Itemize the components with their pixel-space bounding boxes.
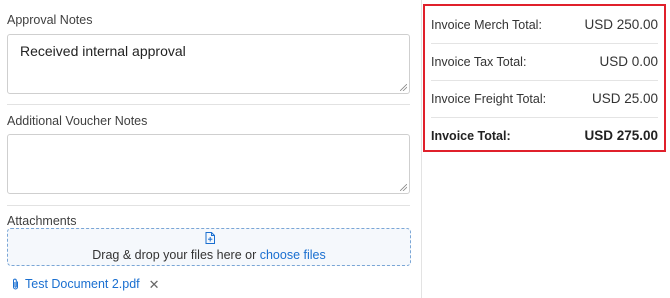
- file-dropzone[interactable]: Drag & drop your files here or choose fi…: [7, 228, 411, 266]
- freight-total-value: USD 25.00: [591, 91, 658, 106]
- merch-total-row: Invoice Merch Total: USD 250.00: [431, 6, 658, 43]
- choose-files-link[interactable]: choose files: [260, 248, 326, 262]
- approval-notes-textarea[interactable]: Received internal approval: [7, 34, 410, 94]
- invoice-totals-box: Invoice Merch Total: USD 250.00 Invoice …: [423, 4, 666, 152]
- freight-total-label: Invoice Freight Total:: [431, 91, 547, 106]
- file-upload-icon: [205, 232, 215, 244]
- merch-total-label: Invoice Merch Total:: [431, 17, 542, 32]
- section-divider: [7, 104, 410, 105]
- tax-total-value: USD 0.00: [599, 54, 658, 69]
- voucher-notes-textarea[interactable]: [7, 134, 410, 194]
- invoice-total-row: Invoice Total: USD 275.00: [431, 117, 658, 154]
- resize-handle-icon[interactable]: [400, 184, 407, 191]
- merch-total-value: USD 250.00: [584, 17, 658, 32]
- dropzone-instructions: Drag & drop your files here or choose fi…: [8, 248, 410, 262]
- freight-total-row: Invoice Freight Total: USD 25.00: [431, 80, 658, 117]
- resize-handle-icon[interactable]: [400, 84, 407, 91]
- attachment-item: Test Document 2.pdf ✕: [11, 276, 160, 292]
- paperclip-icon: [13, 278, 18, 290]
- dropzone-text: Drag & drop your files here or: [92, 248, 257, 262]
- notes-attachments-panel: Approval Notes Received internal approva…: [0, 0, 421, 298]
- attachment-link[interactable]: Test Document 2.pdf: [25, 277, 140, 291]
- tax-total-label: Invoice Tax Total:: [431, 54, 527, 69]
- panel-divider: [421, 0, 422, 298]
- approval-notes-label: Approval Notes: [7, 13, 93, 27]
- approval-notes-value: Received internal approval: [20, 43, 186, 59]
- section-divider: [7, 205, 410, 206]
- tax-total-row: Invoice Tax Total: USD 0.00: [431, 43, 658, 80]
- invoice-total-label: Invoice Total:: [431, 128, 511, 143]
- invoice-total-value: USD 275.00: [584, 128, 658, 143]
- voucher-notes-label: Additional Voucher Notes: [7, 114, 148, 128]
- attachments-label: Attachments: [7, 214, 77, 228]
- remove-attachment-icon[interactable]: ✕: [149, 278, 160, 291]
